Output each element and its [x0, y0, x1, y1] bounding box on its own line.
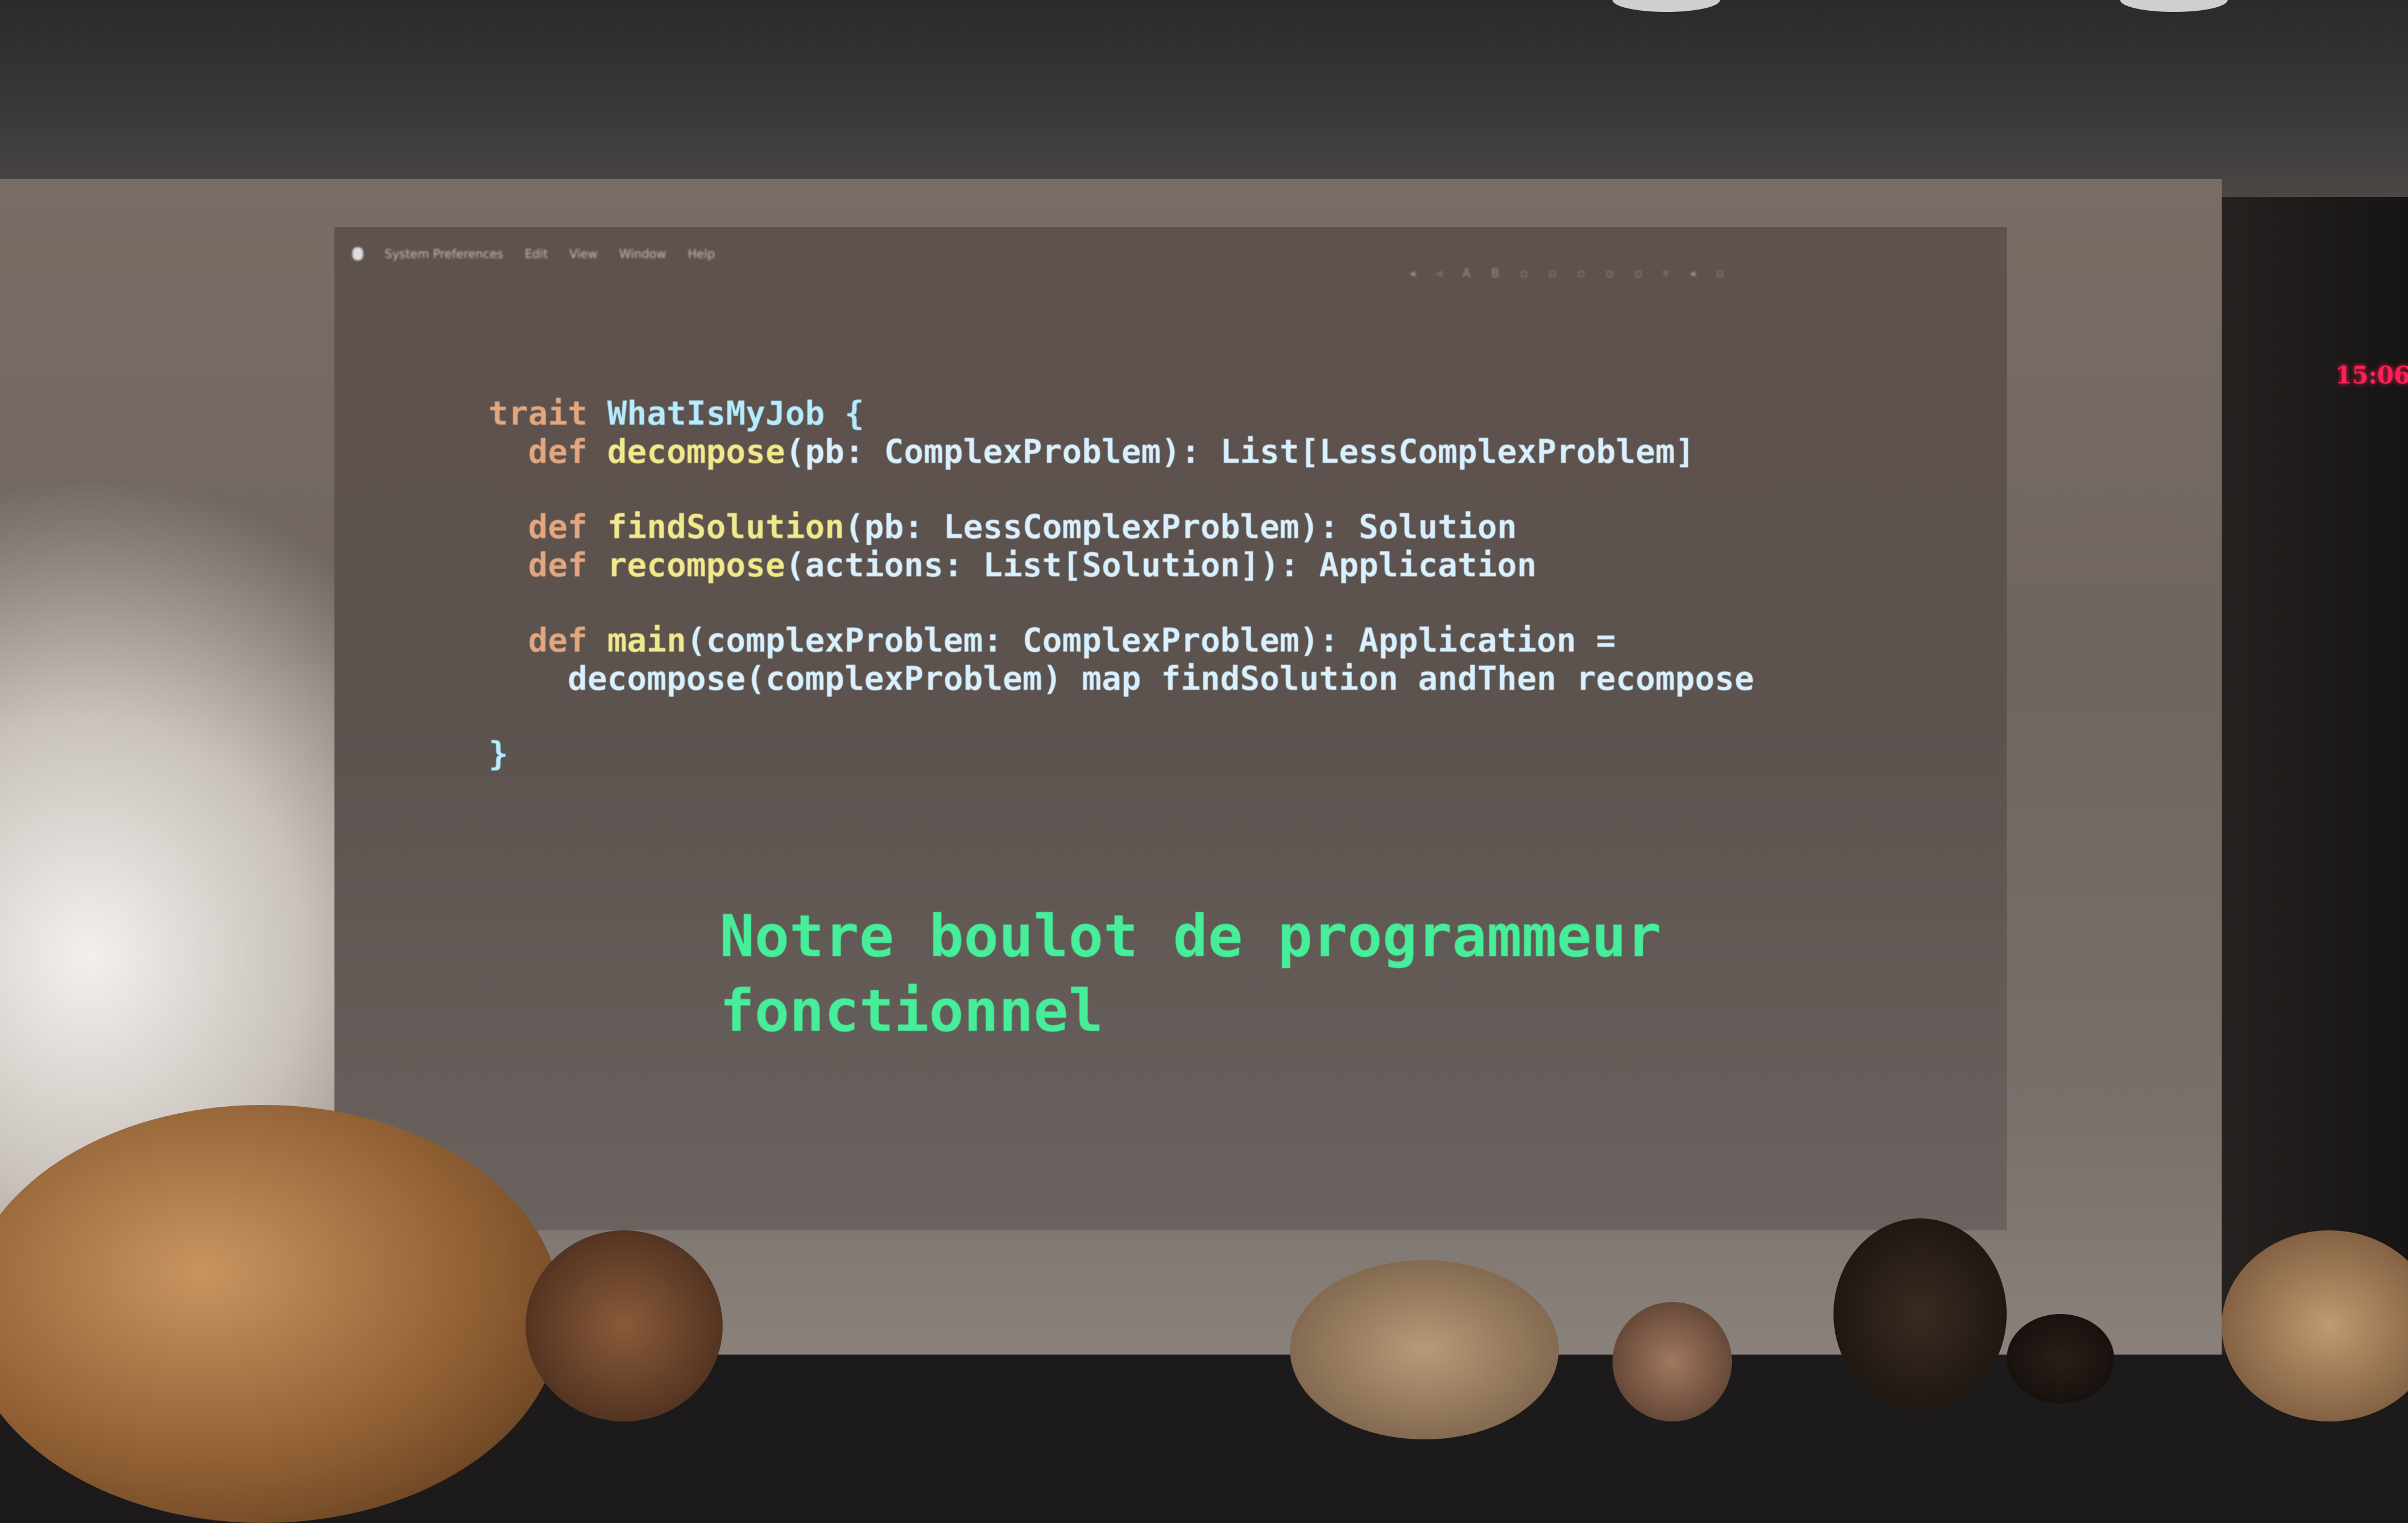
code-block: trait WhatIsMyJob { def decompose(pb: Co…	[489, 394, 1754, 773]
menu-view[interactable]: View	[569, 247, 597, 261]
ceiling-light	[2120, 0, 2228, 12]
audience-head	[2007, 1314, 2114, 1404]
menu-edit[interactable]: Edit	[525, 247, 548, 261]
caption-line: Notre boulot de programmeur	[720, 902, 1661, 970]
code-token: WhatIsMyJob {	[607, 394, 865, 432]
code-token: main	[607, 621, 687, 659]
code-token: decompose(complexProblem) map findSoluti…	[489, 659, 1755, 698]
code-token: decompose	[607, 432, 785, 471]
wall-clock: 15:06	[2335, 361, 2408, 389]
code-token: (pb: ComplexProblem): List[LessComplexPr…	[785, 432, 1695, 471]
code-token: recompose	[607, 546, 785, 584]
code-line: def findSolution(pb: LessComplexProblem)…	[489, 508, 1754, 546]
code-token: def	[489, 508, 607, 546]
audience-head	[1833, 1218, 2007, 1410]
menu-window[interactable]: Window	[619, 247, 666, 261]
menu-help[interactable]: Help	[688, 247, 715, 261]
ceiling-light	[1612, 0, 1720, 12]
code-token: def	[489, 546, 607, 584]
code-token: (pb: LessComplexProblem): Solution	[844, 508, 1517, 546]
code-token: def	[489, 621, 607, 659]
slide-caption: Notre boulot de programmeur fonctionnel	[720, 899, 1661, 1048]
caption-line: fonctionnel	[720, 977, 1104, 1045]
code-line: }	[489, 735, 1754, 773]
code-line: def main(complexProblem: ComplexProblem)…	[489, 621, 1754, 659]
code-line: decompose(complexProblem) map findSoluti…	[489, 659, 1754, 698]
code-line: def recompose(actions: List[Solution]): …	[489, 546, 1754, 584]
code-token: def	[489, 432, 607, 471]
menu-app[interactable]: System Preferences	[385, 247, 503, 261]
ceiling	[0, 0, 2408, 197]
code-token: (actions: List[Solution]): Application	[785, 546, 1537, 584]
code-line: trait WhatIsMyJob {	[489, 394, 1754, 432]
audience-head	[1612, 1302, 1732, 1421]
code-token: (complexProblem: ComplexProblem): Applic…	[686, 621, 1616, 659]
audience-head	[526, 1230, 723, 1421]
audience-head	[1290, 1260, 1559, 1439]
menu-bar: System Preferences Edit View Window Help	[352, 242, 715, 266]
code-token: }	[489, 735, 509, 773]
code-token: findSolution	[607, 508, 845, 546]
code-line: def decompose(pb: ComplexProblem): List[…	[489, 432, 1754, 471]
apple-icon[interactable]	[352, 247, 363, 260]
status-icons: ◂ ◃ A B ▫ ▫ ▫ ▫ ▫ ▿ ◂ ▫	[1409, 266, 1733, 280]
code-token: trait	[489, 394, 607, 432]
